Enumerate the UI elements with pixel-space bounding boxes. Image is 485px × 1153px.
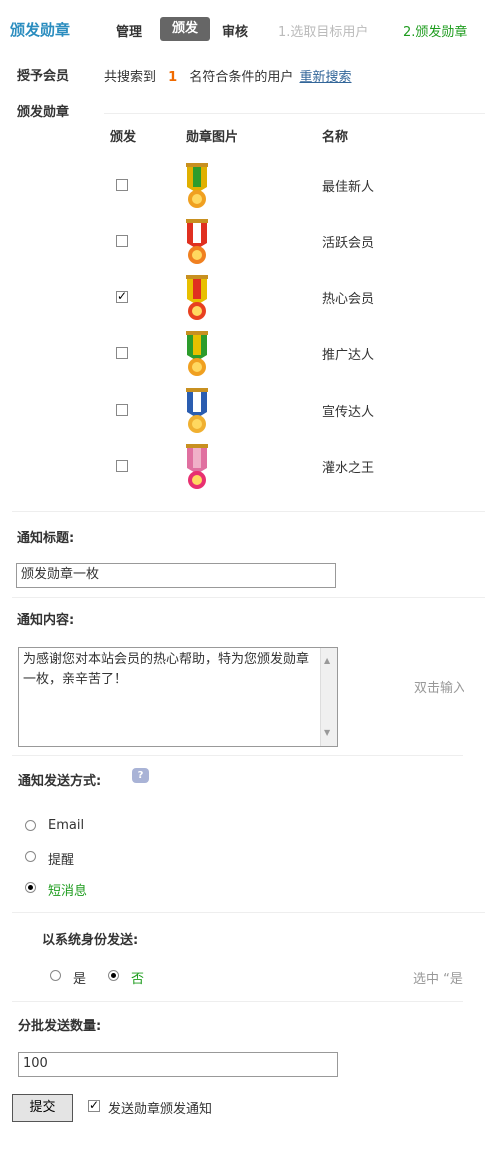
medal-table xyxy=(104,113,485,496)
batch-label: 分批发送数量: xyxy=(18,1019,102,1034)
system-send-hint: 选中 “是 xyxy=(413,972,463,987)
system-send-label: 以系统身份发送: xyxy=(42,933,139,948)
notify-content-label: 通知内容: xyxy=(17,613,75,628)
medal-icon xyxy=(186,163,208,208)
radio-system-no[interactable] xyxy=(108,970,119,981)
medal-checkbox[interactable] xyxy=(116,179,128,191)
system-send-hint-box: 选中 “是 xyxy=(413,968,485,987)
radio-reminder-label: 提醒 xyxy=(48,853,75,868)
radio-system-no-label: 否 xyxy=(131,972,145,987)
notify-content-hint-box: 双击输入 xyxy=(414,677,464,696)
search-result-prefix: 共搜索到 xyxy=(104,70,157,85)
batch-count-input[interactable]: 100 xyxy=(18,1052,338,1077)
divider xyxy=(12,597,485,598)
divider xyxy=(12,912,485,913)
send-notice-label: 发送勋章颁发通知 xyxy=(108,1102,213,1117)
medal-name: 热心会员 xyxy=(322,292,375,307)
tab-review[interactable]: 审核 xyxy=(222,21,248,40)
result-count: 1 xyxy=(168,70,178,85)
medal-icon xyxy=(186,219,208,264)
research-link[interactable]: 重新搜索 xyxy=(300,70,352,85)
medal-icon xyxy=(186,444,208,489)
submit-button[interactable]: 提交 xyxy=(12,1094,73,1122)
medal-icon xyxy=(186,331,208,376)
help-icon[interactable]: ? xyxy=(132,768,149,783)
search-result-text: 共搜索到 1 名符合条件的用户 重新搜索 xyxy=(104,66,352,85)
medal-checkbox[interactable] xyxy=(116,235,128,247)
step-grant-medal: 2.颁发勋章 xyxy=(403,25,468,40)
radio-system-yes-label: 是 xyxy=(73,972,87,987)
notify-content-text: 为感谢您对本站会员的热心帮助，特为您颁发勋章一枚，亲辛苦了！ xyxy=(23,652,310,687)
column-grant: 颁发 xyxy=(110,130,137,145)
medal-checkbox[interactable] xyxy=(116,404,128,416)
divider xyxy=(12,1001,463,1002)
medal-name: 宣传达人 xyxy=(322,405,375,420)
radio-email[interactable] xyxy=(25,820,36,831)
notify-content-textarea[interactable]: 为感谢您对本站会员的热心帮助，特为您颁发勋章一枚，亲辛苦了！ ▲ ▼ xyxy=(18,647,338,747)
notify-title-label: 通知标题: xyxy=(17,531,75,546)
scroll-up-icon[interactable]: ▲ xyxy=(324,651,330,671)
grant-medal-label: 颁发勋章 xyxy=(17,105,70,120)
column-medal-image: 勋章图片 xyxy=(186,130,239,145)
textarea-scrollbar[interactable]: ▲ ▼ xyxy=(320,648,337,746)
divider xyxy=(12,755,463,756)
page-title: 颁发勋章 xyxy=(10,21,71,39)
medal-icon xyxy=(186,388,208,433)
medal-name: 灌水之王 xyxy=(322,461,375,476)
radio-sms-label: 短消息 xyxy=(48,884,88,899)
medal-checkbox[interactable] xyxy=(116,460,128,472)
tab-manage[interactable]: 管理 xyxy=(116,21,142,40)
medal-checkbox[interactable] xyxy=(116,289,128,303)
notify-title-input[interactable]: 颁发勋章一枚 xyxy=(16,563,336,588)
radio-system-yes[interactable] xyxy=(50,970,61,981)
radio-reminder[interactable] xyxy=(25,851,36,862)
grant-member-label: 授予会员 xyxy=(17,69,70,84)
step-select-users[interactable]: 1.选取目标用户 xyxy=(278,21,368,40)
medal-name: 最佳新人 xyxy=(322,180,375,195)
search-result-suffix: 名符合条件的用户 xyxy=(189,70,294,85)
medal-checkbox[interactable] xyxy=(116,347,128,359)
scroll-down-icon[interactable]: ▼ xyxy=(324,723,330,743)
send-method-label: 通知发送方式: xyxy=(18,774,102,789)
medal-icon xyxy=(186,275,208,320)
medal-name: 推广达人 xyxy=(322,348,375,363)
tab-grant[interactable]: 颁发 xyxy=(160,17,210,41)
notify-content-hint: 双击输入 xyxy=(414,681,464,696)
radio-sms[interactable] xyxy=(25,882,36,893)
column-name: 名称 xyxy=(322,130,349,145)
radio-email-label: Email xyxy=(48,818,85,833)
medal-name: 活跃会员 xyxy=(322,236,375,251)
divider xyxy=(12,511,485,512)
send-notice-checkbox[interactable] xyxy=(88,1098,100,1112)
